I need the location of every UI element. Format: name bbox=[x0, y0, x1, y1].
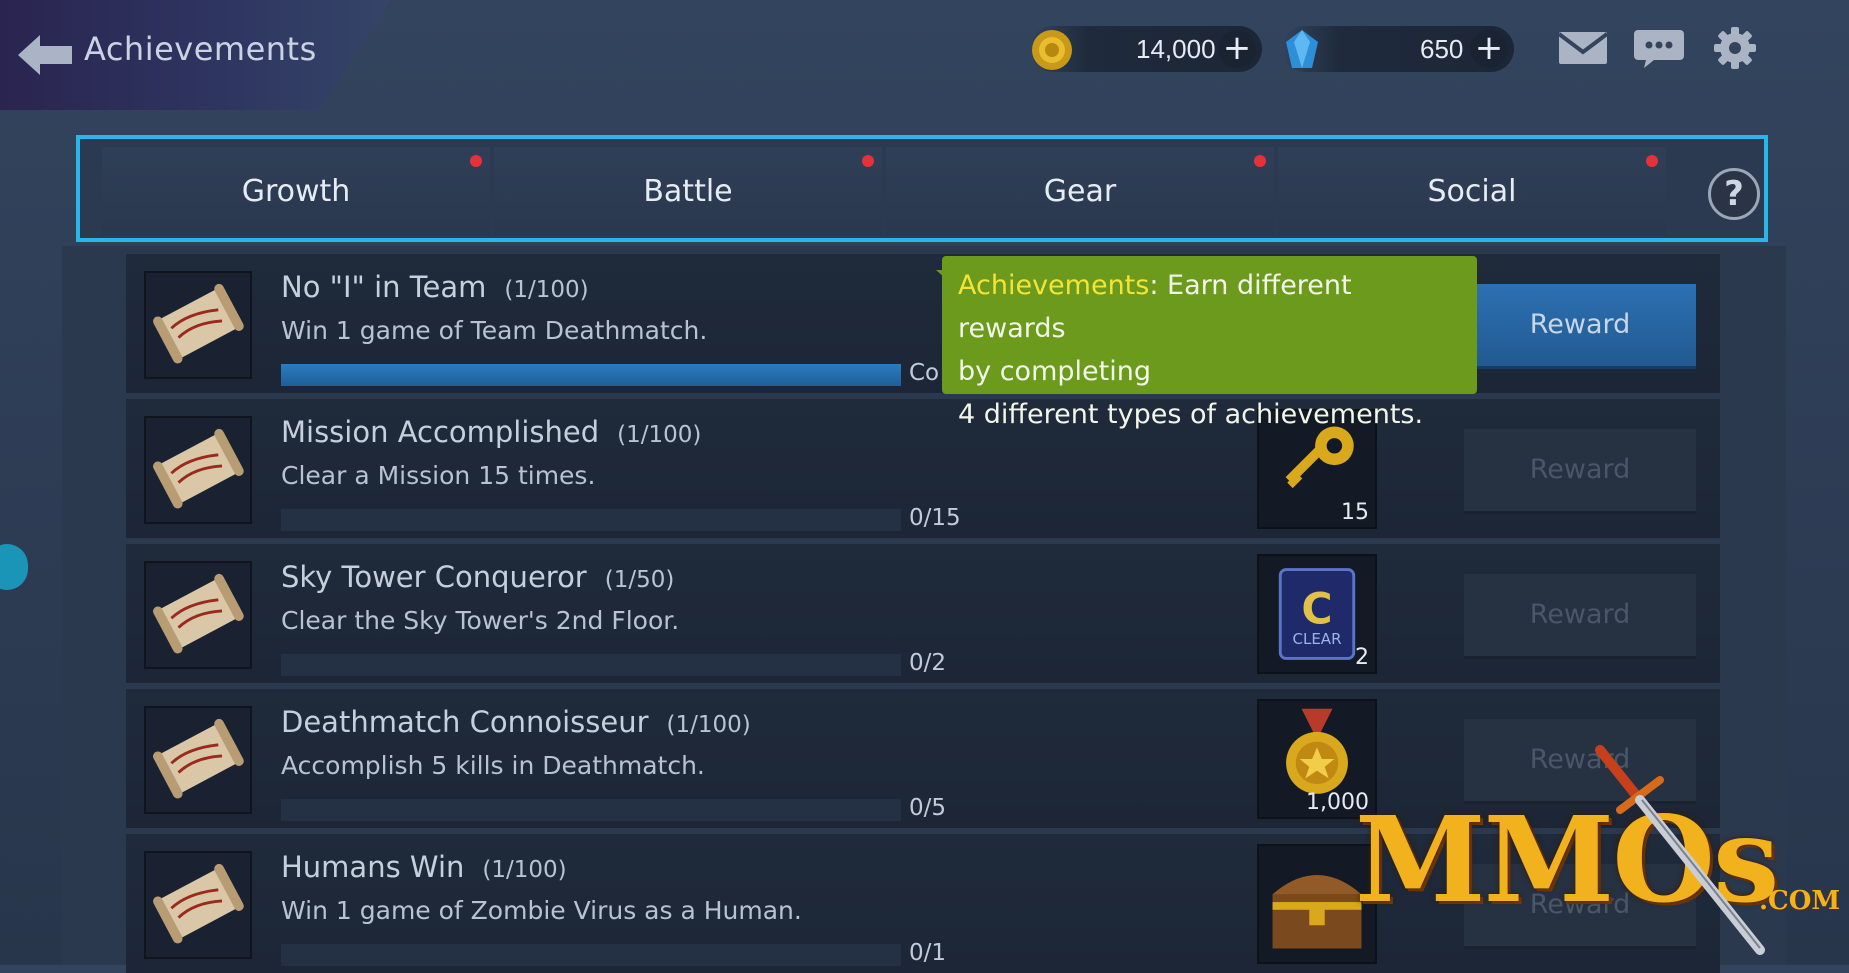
tab-label: Growth bbox=[241, 174, 351, 209]
tab-label: Gear bbox=[1043, 174, 1117, 209]
achievement-description: Win 1 game of Zombie Virus as a Human. bbox=[281, 896, 802, 925]
gold-coin-icon bbox=[1032, 30, 1072, 70]
achievement-row: Mission Accomplished (1/100) Clear a Miss… bbox=[126, 399, 1720, 538]
alert-dot bbox=[862, 155, 874, 167]
achievement-title: Humans Win bbox=[281, 850, 465, 884]
reward-item[interactable]: C CLEAR 2 bbox=[1257, 554, 1377, 674]
back-arrow-icon[interactable] bbox=[14, 30, 76, 80]
progress-bar bbox=[281, 509, 901, 531]
scroll-icon bbox=[144, 271, 252, 379]
achievement-row: No "I" in Team (1/100) Win 1 game of Team… bbox=[126, 254, 1720, 393]
achievement-title: Deathmatch Connoisseur bbox=[281, 705, 649, 739]
achievement-title: Sky Tower Conqueror bbox=[281, 560, 587, 594]
scroll-icon bbox=[144, 706, 252, 814]
achievement-tier: (1/50) bbox=[604, 567, 675, 593]
progress-bar bbox=[281, 654, 901, 676]
achievement-title: Mission Accomplished bbox=[281, 415, 600, 449]
reward-button[interactable]: Reward bbox=[1464, 574, 1696, 656]
tooltip-keyword: Achievements bbox=[958, 270, 1150, 301]
tab-label: Social bbox=[1427, 174, 1517, 209]
reward-quantity: 2 bbox=[1355, 645, 1369, 670]
tooltip-line2: by completing bbox=[958, 356, 1151, 387]
achievement-row: Sky Tower Conqueror (1/50) Clear the Sky … bbox=[126, 544, 1720, 683]
scroll-icon bbox=[144, 416, 252, 524]
mmos-watermark: MMOs .COM bbox=[1355, 745, 1845, 960]
achievement-title: No "I" in Team bbox=[281, 270, 487, 304]
alert-dot bbox=[1646, 155, 1658, 167]
progress-fill bbox=[281, 364, 901, 386]
reward-button[interactable]: Reward bbox=[1464, 284, 1696, 366]
tab-battle[interactable]: Battle bbox=[494, 147, 882, 236]
reward-button[interactable]: Reward bbox=[1464, 429, 1696, 511]
svg-text:C: C bbox=[1301, 586, 1332, 635]
side-drawer-handle[interactable] bbox=[0, 544, 28, 590]
tooltip-line3: 4 different types of achievements. bbox=[958, 399, 1424, 430]
achievement-name: No "I" in Team (1/100) bbox=[281, 270, 589, 304]
progress-bar bbox=[281, 364, 901, 386]
settings-gear-icon[interactable] bbox=[1708, 26, 1762, 70]
achievement-description: Win 1 game of Team Deathmatch. bbox=[281, 316, 708, 345]
progress-text: Co bbox=[909, 360, 940, 386]
alert-dot bbox=[470, 155, 482, 167]
gold-currency: 14,000 + bbox=[1030, 26, 1262, 72]
achievement-tier: (1/100) bbox=[666, 712, 751, 738]
achievement-name: Deathmatch Connoisseur (1/100) bbox=[281, 705, 751, 739]
blue-gem-icon bbox=[1286, 30, 1318, 68]
progress-text: 0/2 bbox=[909, 650, 947, 676]
achievement-tier: (1/100) bbox=[504, 277, 589, 303]
tab-label: Battle bbox=[643, 174, 733, 209]
achievement-name: Sky Tower Conqueror (1/50) bbox=[281, 560, 674, 594]
progress-text: 0/1 bbox=[909, 940, 947, 966]
category-tabs: Growth Battle Gear Social bbox=[76, 135, 1768, 242]
progress-bar bbox=[281, 944, 901, 966]
achievement-name: Humans Win (1/100) bbox=[281, 850, 567, 884]
gem-currency: 650 + bbox=[1282, 26, 1514, 72]
add-gold-button[interactable]: + bbox=[1218, 30, 1256, 68]
progress-bar bbox=[281, 799, 901, 821]
achievement-tier: (1/100) bbox=[482, 857, 567, 883]
tab-gear[interactable]: Gear bbox=[886, 147, 1274, 236]
achievement-tier: (1/100) bbox=[617, 422, 702, 448]
progress-text: 0/15 bbox=[909, 505, 961, 531]
tab-growth[interactable]: Growth bbox=[102, 147, 490, 236]
alert-dot bbox=[1254, 155, 1266, 167]
mail-icon[interactable] bbox=[1556, 26, 1610, 70]
achievement-name: Mission Accomplished (1/100) bbox=[281, 415, 701, 449]
page-title: Achievements bbox=[84, 30, 317, 68]
scroll-icon bbox=[144, 851, 252, 959]
achievement-description: Clear a Mission 15 times. bbox=[281, 461, 596, 490]
achievements-tooltip: Achievements: Earn different rewards by … bbox=[942, 256, 1477, 430]
achievement-description: Clear the Sky Tower's 2nd Floor. bbox=[281, 606, 680, 635]
gem-amount: 650 bbox=[1420, 34, 1464, 64]
scroll-icon bbox=[144, 561, 252, 669]
achievement-description: Accomplish 5 kills in Deathmatch. bbox=[281, 751, 705, 780]
add-gem-button[interactable]: + bbox=[1470, 30, 1508, 68]
progress-text: 0/5 bbox=[909, 795, 947, 821]
gold-amount: 14,000 bbox=[1136, 34, 1216, 64]
sword-icon bbox=[1595, 745, 1765, 955]
help-button[interactable]: ? bbox=[1708, 168, 1760, 220]
tab-social[interactable]: Social bbox=[1278, 147, 1666, 236]
reward-quantity: 15 bbox=[1341, 500, 1369, 525]
chat-icon[interactable] bbox=[1632, 26, 1686, 70]
